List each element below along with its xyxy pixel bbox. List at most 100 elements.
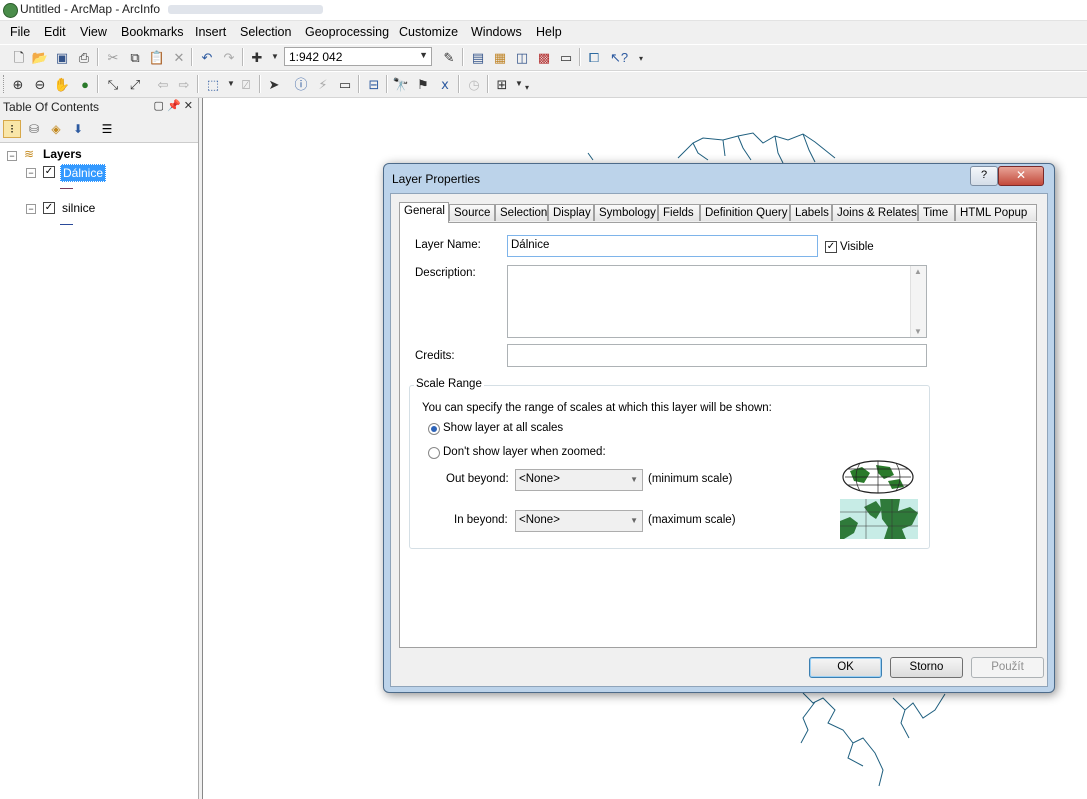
select-features-icon[interactable]: ⬚: [204, 75, 222, 93]
go-to-xy-icon[interactable]: ⅹ: [436, 75, 454, 93]
menu-help[interactable]: Help: [536, 25, 562, 39]
time-slider-icon[interactable]: ◷: [465, 75, 483, 93]
tab-definition-query[interactable]: Definition Query: [700, 204, 790, 221]
layer-name[interactable]: silnice: [62, 201, 95, 215]
search-window-icon[interactable]: ◫: [513, 48, 531, 66]
table-of-contents-icon[interactable]: ▤: [469, 48, 487, 66]
new-document-icon[interactable]: 🗋: [10, 48, 28, 66]
list-by-visibility-icon[interactable]: ◈: [47, 120, 65, 138]
tab-joins-relates[interactable]: Joins & Relates: [832, 204, 918, 221]
tab-fields[interactable]: Fields: [658, 204, 700, 221]
scroll-up-icon[interactable]: ▲: [914, 267, 922, 276]
add-data-icon[interactable]: ✚: [248, 48, 266, 66]
full-extent-globe-icon[interactable]: ●: [76, 75, 94, 93]
in-beyond-combo[interactable]: <None> ▼: [515, 510, 643, 532]
open-folder-icon[interactable]: 📂: [31, 48, 49, 66]
delete-icon[interactable]: ✕: [170, 48, 188, 66]
add-data-dropdown-icon[interactable]: ▼: [266, 48, 284, 66]
dataframe-label[interactable]: Layers: [43, 147, 82, 161]
toolbar-options-icon[interactable]: ▾: [632, 50, 650, 68]
dont-show-zoomed-label[interactable]: Don't show layer when zoomed:: [443, 446, 606, 458]
layer-visibility-checkbox[interactable]: ✓: [43, 166, 55, 178]
create-viewer-window-icon[interactable]: ⊞: [493, 75, 511, 93]
description-textarea[interactable]: ▲ ▼: [507, 265, 927, 338]
show-all-scales-label[interactable]: Show layer at all scales: [443, 422, 563, 434]
find-binoculars-icon[interactable]: 🔭: [392, 75, 410, 93]
toc-options-icon[interactable]: ☰: [98, 120, 116, 138]
editor-toolbar-icon[interactable]: ✎: [440, 48, 458, 66]
python-window-icon[interactable]: ▭: [557, 48, 575, 66]
tab-display[interactable]: Display: [548, 204, 594, 221]
description-scrollbar[interactable]: ▲ ▼: [910, 266, 926, 337]
tab-source[interactable]: Source: [449, 204, 495, 221]
cancel-button[interactable]: Storno: [890, 657, 963, 678]
fixed-zoom-in-icon[interactable]: ⤡: [104, 75, 122, 93]
layer-line-symbol[interactable]: [60, 224, 73, 225]
dont-show-zoomed-radio[interactable]: [428, 447, 440, 459]
save-icon[interactable]: ▣: [53, 48, 71, 66]
measure-icon[interactable]: ⊟: [365, 75, 383, 93]
credits-field[interactable]: [507, 344, 927, 367]
show-all-scales-radio[interactable]: [428, 423, 440, 435]
ok-button[interactable]: OK: [809, 657, 882, 678]
tab-html-popup[interactable]: HTML Popup: [955, 204, 1037, 221]
collapse-layer-icon[interactable]: −: [26, 204, 36, 214]
cut-icon[interactable]: ✂: [104, 48, 122, 66]
tab-symbology[interactable]: Symbology: [594, 204, 658, 221]
out-beyond-combo[interactable]: <None> ▼: [515, 469, 643, 491]
copy-icon[interactable]: ⧉: [126, 48, 144, 66]
zoom-in-icon[interactable]: ⊕: [9, 75, 27, 93]
whats-this-help-icon[interactable]: ↖?: [610, 48, 628, 66]
print-icon[interactable]: ⎙: [75, 48, 93, 66]
tab-general[interactable]: General: [399, 202, 449, 223]
menu-edit[interactable]: Edit: [44, 25, 66, 39]
collapse-layer-icon[interactable]: −: [26, 168, 36, 178]
toc-float-icon[interactable]: ▢: [154, 100, 164, 112]
visible-checkbox[interactable]: ✓: [825, 241, 837, 253]
pan-hand-icon[interactable]: ✋: [53, 75, 71, 93]
modelbuilder-icon[interactable]: ⧠: [585, 48, 603, 66]
list-by-drawing-order-icon[interactable]: ⁝: [3, 120, 21, 138]
menu-windows[interactable]: Windows: [471, 25, 522, 39]
identify-icon[interactable]: ⓘ: [292, 75, 310, 93]
hyperlink-icon[interactable]: ⚡: [314, 75, 332, 93]
back-arrow-icon[interactable]: ⇦: [154, 75, 172, 93]
layer-line-symbol[interactable]: [60, 188, 73, 189]
layer-name[interactable]: Dálnice: [60, 164, 107, 182]
html-popup-icon[interactable]: ▭: [336, 75, 354, 93]
list-by-source-icon[interactable]: ⛁: [25, 120, 43, 138]
collapse-layers-icon[interactable]: −: [7, 151, 17, 161]
forward-arrow-icon[interactable]: ⇨: [175, 75, 193, 93]
toc-pin-icon[interactable]: 📌: [167, 100, 181, 112]
map-scale-combo[interactable]: 1:942 042 ▼: [284, 47, 432, 66]
help-button[interactable]: ?: [970, 166, 998, 186]
list-by-selection-icon[interactable]: ⬇: [69, 120, 87, 138]
zoom-out-icon[interactable]: ⊖: [31, 75, 49, 93]
undo-icon[interactable]: ↶: [198, 48, 216, 66]
menu-view[interactable]: View: [80, 25, 107, 39]
toolbar-options-icon[interactable]: ▾: [518, 79, 536, 97]
menu-bookmarks[interactable]: Bookmarks: [121, 25, 184, 39]
menu-customize[interactable]: Customize: [399, 25, 458, 39]
arcmap-app-icon[interactable]: [3, 3, 18, 18]
menu-geoprocessing[interactable]: Geoprocessing: [305, 25, 389, 39]
find-route-icon[interactable]: ⚑: [414, 75, 432, 93]
tab-labels[interactable]: Labels: [790, 204, 832, 221]
toolbar-grip[interactable]: [3, 75, 7, 93]
fixed-zoom-out-icon[interactable]: ⤢: [126, 75, 144, 93]
layer-visibility-checkbox[interactable]: ✓: [43, 202, 55, 214]
close-button[interactable]: ✕: [998, 166, 1044, 186]
scroll-down-icon[interactable]: ▼: [914, 327, 922, 336]
clear-selection-icon[interactable]: ⍁: [237, 75, 255, 93]
redo-icon[interactable]: ↷: [220, 48, 238, 66]
menu-insert[interactable]: Insert: [195, 25, 226, 39]
menu-selection[interactable]: Selection: [240, 25, 291, 39]
apply-button[interactable]: Použít: [971, 657, 1044, 678]
layer-name-field[interactable]: Dálnice: [507, 235, 818, 257]
tab-time[interactable]: Time: [918, 204, 955, 221]
paste-icon[interactable]: 📋: [148, 48, 166, 66]
select-elements-arrow-icon[interactable]: ➤: [265, 75, 283, 93]
toc-close-icon[interactable]: ✕: [184, 100, 193, 112]
catalog-icon[interactable]: ▦: [491, 48, 509, 66]
arctoolbox-icon[interactable]: ▩: [535, 48, 553, 66]
